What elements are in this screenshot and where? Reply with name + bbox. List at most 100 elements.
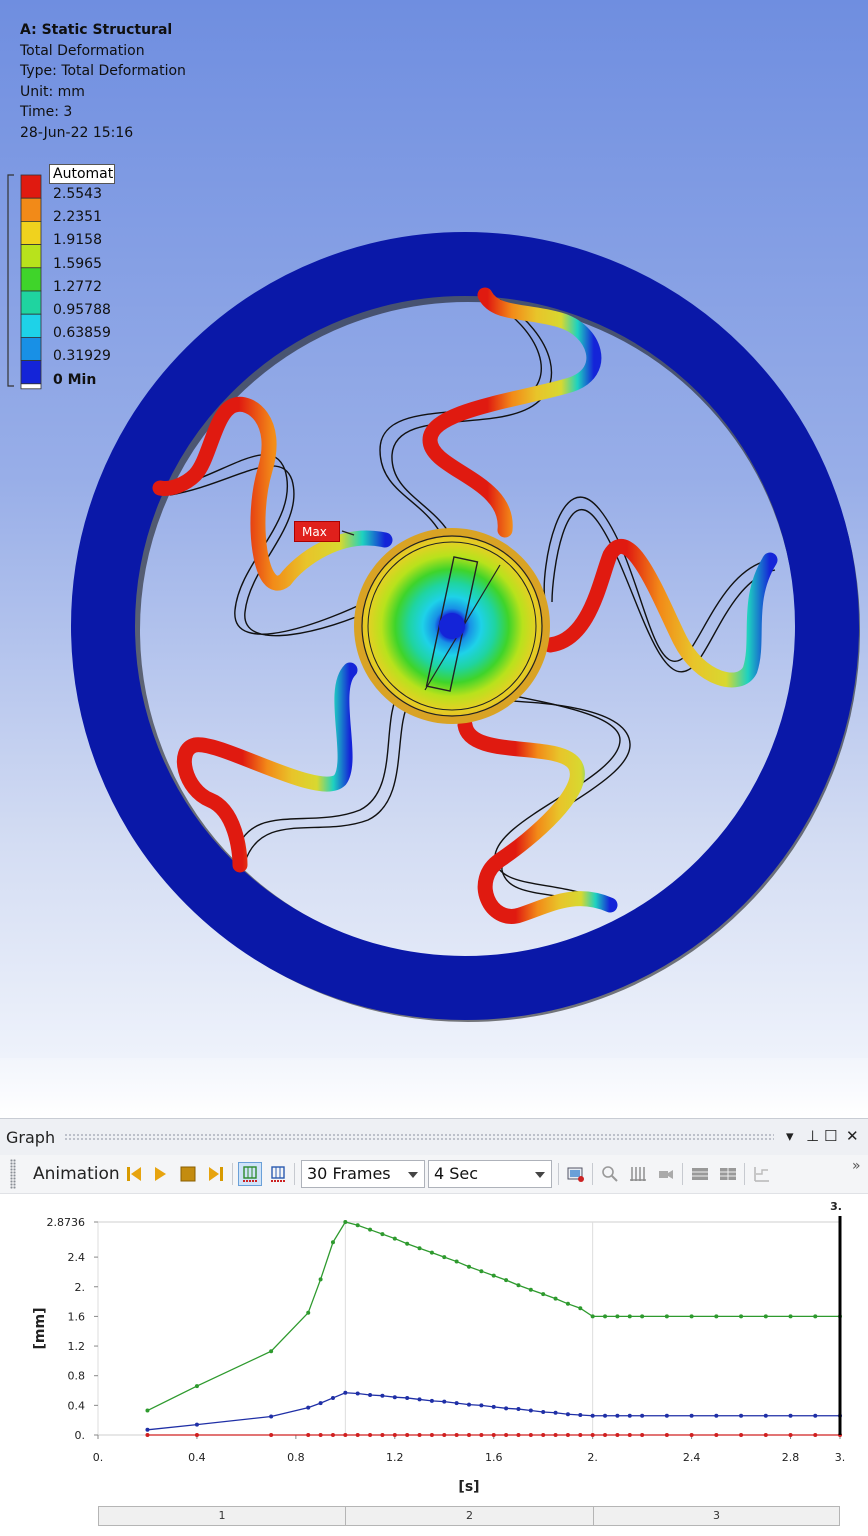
series-2-point <box>553 1410 558 1415</box>
series-3-point <box>541 1433 546 1437</box>
graph-panel: Graph ▾ ⊥ ☐ ✕ Animation 30 Frames 4 Sec … <box>0 1118 868 1536</box>
frames-value: 30 Frames <box>307 1164 391 1183</box>
series-3-point <box>516 1433 521 1437</box>
series-1-point <box>541 1292 546 1297</box>
series-1-point <box>578 1306 583 1311</box>
series-1-point <box>516 1283 521 1288</box>
chart-options-button[interactable] <box>750 1162 774 1186</box>
series-2-point <box>479 1403 484 1408</box>
series-1-point <box>479 1269 484 1274</box>
y-tick-label: 0.4 <box>68 1399 86 1412</box>
table-button[interactable] <box>688 1162 712 1186</box>
duration-dropdown[interactable]: 4 Sec <box>428 1160 552 1188</box>
series-3-point <box>380 1433 385 1437</box>
legend-label: 2.2351 <box>53 209 102 226</box>
series-1-point <box>664 1314 669 1319</box>
legend-title[interactable]: Automatic <box>49 164 115 184</box>
series-1-point <box>343 1220 348 1224</box>
series-2-point <box>442 1399 447 1404</box>
stop-button[interactable] <box>176 1162 200 1186</box>
series-1-point <box>380 1232 385 1237</box>
first-frame-button[interactable] <box>122 1162 146 1186</box>
series-3-point <box>603 1433 608 1437</box>
camera-icon <box>659 1170 673 1179</box>
toolbar-grip[interactable] <box>10 1159 16 1189</box>
y-tick-label: 2.8736 <box>47 1216 86 1229</box>
grid-button[interactable] <box>626 1162 650 1186</box>
stop-icon <box>180 1166 196 1182</box>
pin-button[interactable]: ⊥ <box>806 1127 819 1145</box>
series-3-point <box>627 1433 632 1437</box>
graphics-viewport[interactable]: A: Static Structural Total Deformation T… <box>0 0 868 1058</box>
result-sets-toggle[interactable] <box>266 1162 290 1186</box>
camera-button[interactable] <box>654 1162 678 1186</box>
result-type: Type: Total Deformation <box>20 63 186 79</box>
toolbar-overflow-button[interactable]: » <box>852 1158 861 1174</box>
spoke-top <box>422 287 602 538</box>
graph-panel-header: Graph ▾ ⊥ ☐ ✕ <box>0 1118 868 1156</box>
series-2-point <box>392 1395 397 1400</box>
legend-swatch-1 <box>20 174 42 199</box>
frames-dropdown[interactable]: 30 Frames <box>301 1160 425 1188</box>
series-3-point <box>442 1433 447 1437</box>
series-1-point <box>442 1255 447 1260</box>
skip-forward-icon <box>209 1167 223 1181</box>
y-tick-label: 2. <box>75 1281 86 1294</box>
distributed-frames-toggle[interactable] <box>238 1162 262 1186</box>
frames-distributed-icon <box>243 1166 257 1182</box>
legend-label: 0.63859 <box>53 325 111 342</box>
toolbar-separator <box>294 1163 295 1185</box>
x-tick-label: 2. <box>587 1451 598 1464</box>
series-1-point <box>763 1314 768 1319</box>
series-2-point <box>343 1390 348 1395</box>
step-cell-2[interactable]: 2 <box>345 1506 594 1526</box>
series-1-point <box>392 1236 397 1241</box>
series-3-point <box>640 1433 645 1437</box>
series-2-point <box>516 1407 521 1412</box>
legend-swatch-6 <box>20 290 42 315</box>
max-probe-tag[interactable]: Max <box>294 521 340 542</box>
series-3-point <box>813 1433 818 1437</box>
series-1-point <box>739 1314 744 1319</box>
play-icon <box>155 1167 166 1181</box>
series-1-point <box>194 1384 199 1389</box>
legend-label: 0.31929 <box>53 348 111 365</box>
series-1-point <box>269 1349 274 1354</box>
series-1-point <box>640 1314 645 1319</box>
series-3-point <box>467 1433 471 1437</box>
series-1-point <box>615 1314 620 1319</box>
series-2-point <box>318 1401 323 1406</box>
series-3-point <box>355 1433 360 1437</box>
series-3-point <box>739 1433 744 1437</box>
export-video-button[interactable] <box>564 1162 588 1186</box>
series-2-point <box>194 1422 199 1427</box>
legend-label: 0.95788 <box>53 302 111 318</box>
zoom-button[interactable] <box>598 1162 622 1186</box>
series-3-point <box>590 1433 595 1437</box>
step-cell-3[interactable]: 3 <box>593 1506 840 1526</box>
last-frame-button[interactable] <box>204 1162 228 1186</box>
y-tick-label: 0.8 <box>68 1370 86 1383</box>
legend-swatch-7 <box>20 313 42 338</box>
series-1-point <box>553 1296 558 1301</box>
hub-center <box>439 613 465 639</box>
table-export-button[interactable] <box>716 1162 740 1186</box>
deformation-vs-time-chart[interactable]: 0. 0.4 0.8 1.2 1.6 2. 2.4 2.8736 0. 0.4 0.8 1.2 1.6 2… <box>0 1194 868 1506</box>
series-1-point <box>454 1259 459 1264</box>
toolbar-separator <box>592 1163 593 1185</box>
step-cell-1[interactable]: 1 <box>98 1506 346 1526</box>
series-1-point <box>603 1314 608 1319</box>
series-1-point <box>689 1314 694 1319</box>
series-3-point <box>194 1433 199 1437</box>
series-2-point <box>541 1410 546 1415</box>
play-button[interactable] <box>148 1162 172 1186</box>
series-2-point <box>491 1404 496 1409</box>
series-3-point <box>491 1433 496 1437</box>
close-button[interactable]: ✕ <box>846 1127 859 1145</box>
y-tick-label: 2.4 <box>68 1251 86 1264</box>
result-timestamp: 28-Jun-22 15:16 <box>20 124 134 141</box>
panel-menu-button[interactable]: ▾ <box>786 1127 794 1145</box>
series-2-point <box>368 1392 373 1397</box>
maximize-button[interactable]: ☐ <box>824 1127 837 1145</box>
series-2-point <box>640 1413 645 1418</box>
